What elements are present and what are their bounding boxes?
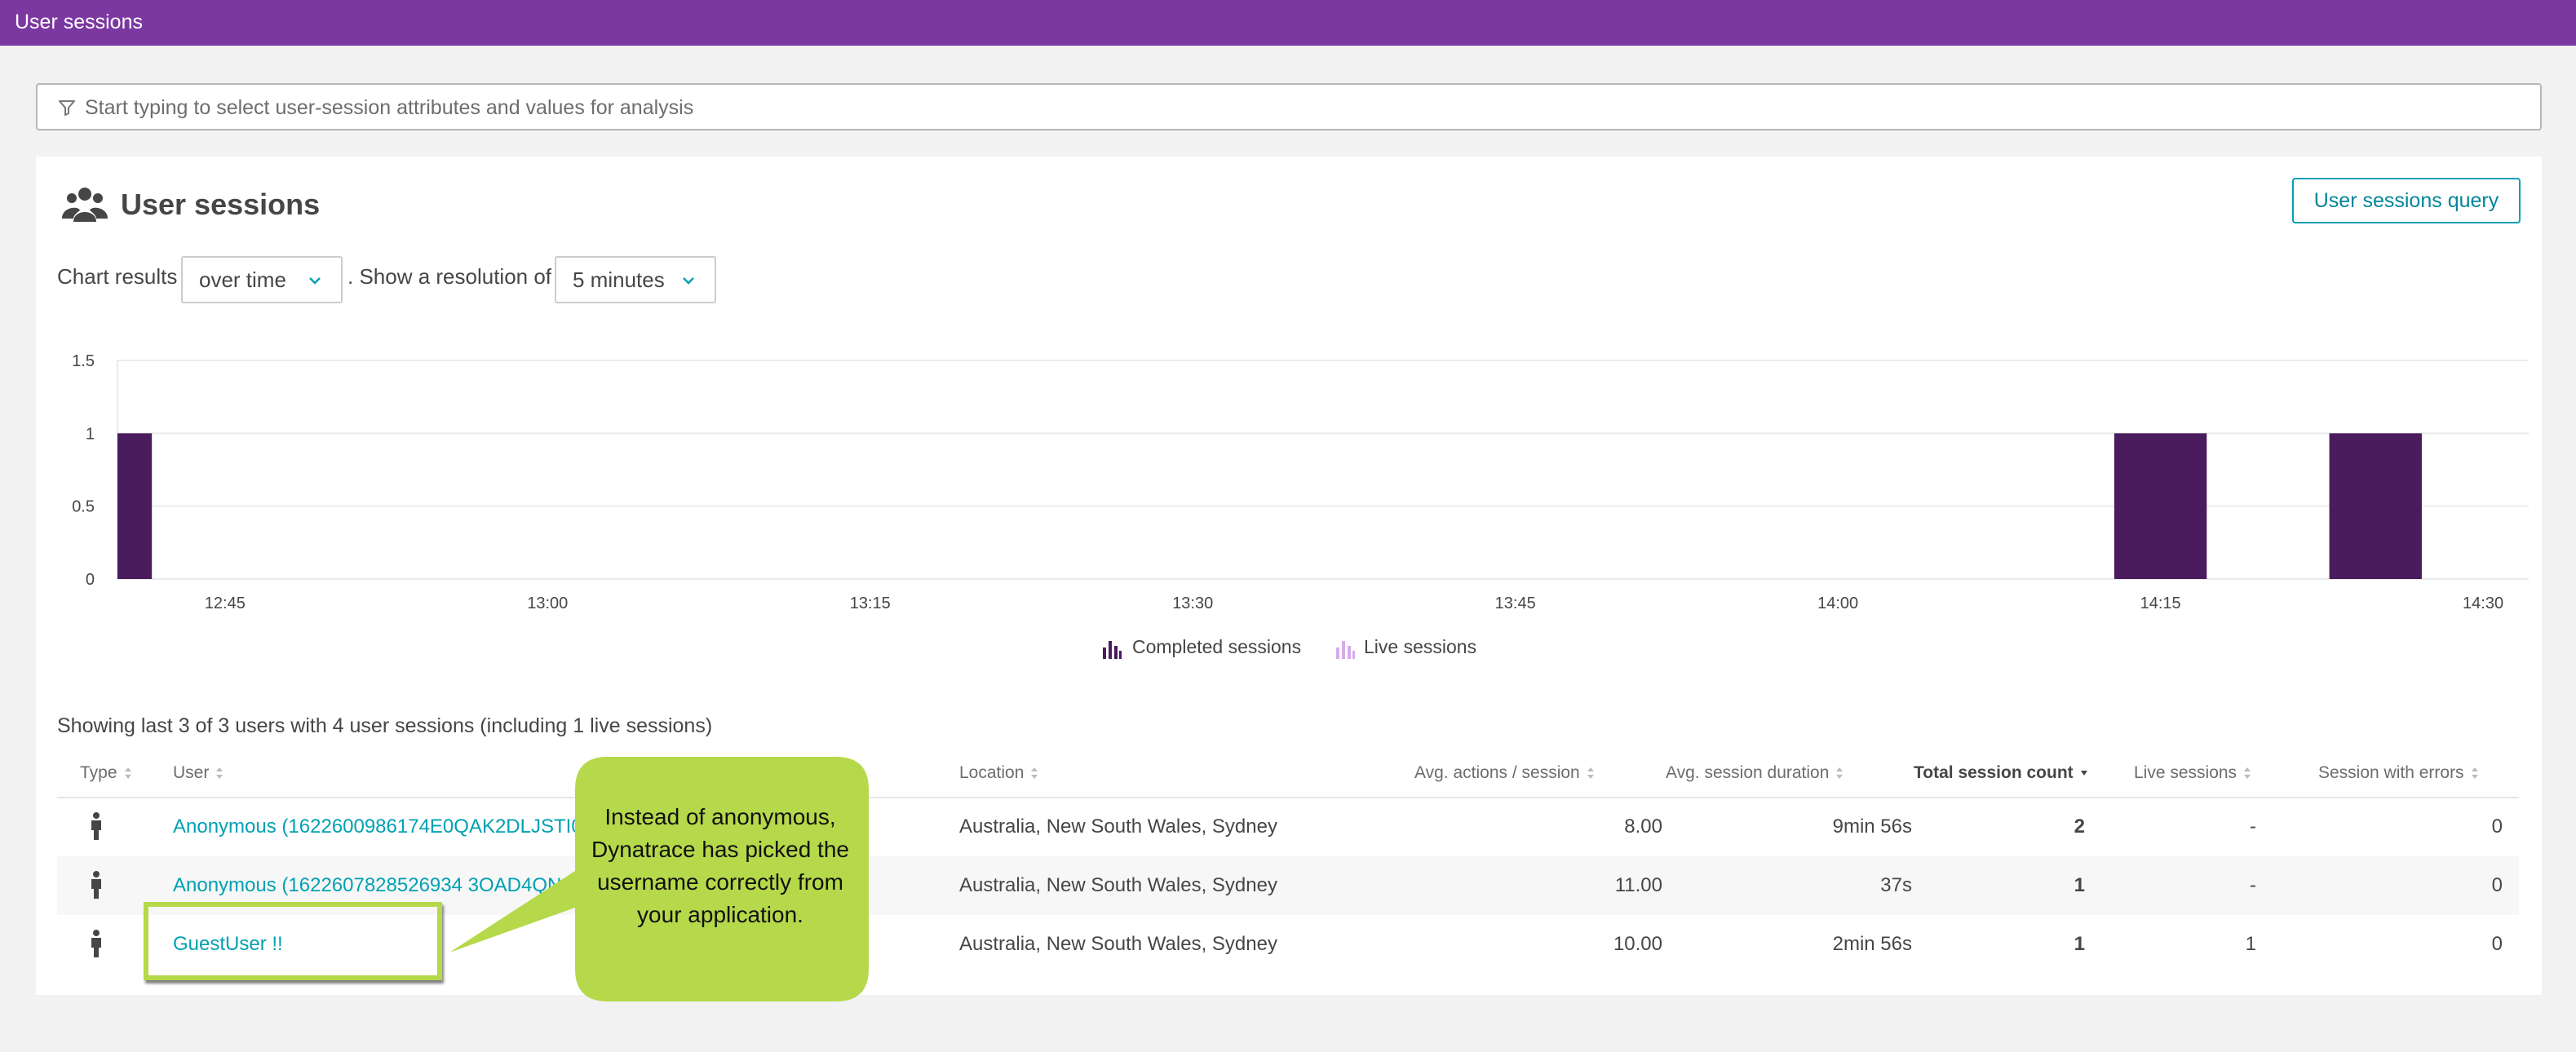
bar[interactable] xyxy=(117,433,153,579)
resolution-select[interactable]: 5 minutes xyxy=(555,256,716,303)
total-session-count-cell: 1 xyxy=(2074,933,2085,955)
bar[interactable] xyxy=(2113,433,2207,579)
session-errors-cell: 0 xyxy=(2491,874,2503,896)
x-tick-label: 14:00 xyxy=(1817,595,1858,612)
avg-duration-cell: 9min 56s xyxy=(1832,816,1912,838)
column-header-user[interactable]: User xyxy=(173,763,224,783)
x-tick-label: 13:00 xyxy=(527,595,568,612)
column-header-live-sessions[interactable]: Live sessions xyxy=(2134,763,2251,783)
total-session-count-cell: 1 xyxy=(2074,874,2085,896)
page-title: User sessions xyxy=(121,188,321,221)
live-sessions-cell: - xyxy=(2250,816,2256,838)
avg-duration-cell: 2min 56s xyxy=(1832,933,1912,955)
chart-results-value: over time xyxy=(199,267,286,292)
results-summary: Showing last 3 of 3 users with 4 user se… xyxy=(57,714,713,737)
avg-duration-cell: 37s xyxy=(1880,874,1912,896)
live-sessions-legend-icon[interactable] xyxy=(1334,639,1356,659)
sort-descending-icon xyxy=(2080,771,2087,776)
y-tick-label: 0.5 xyxy=(72,498,95,516)
session-errors-cell: 0 xyxy=(2491,816,2503,838)
users-group-icon xyxy=(62,188,108,222)
live-sessions-cell: 1 xyxy=(2245,933,2256,955)
location-cell: Australia, New South Wales, Sydney xyxy=(959,874,1277,896)
sort-icon xyxy=(1836,767,1843,779)
filter-placeholder: Start typing to select user-session attr… xyxy=(85,96,694,119)
top-bar: User sessions xyxy=(0,0,2576,46)
column-header-total-session-count[interactable]: Total session count xyxy=(1914,763,2088,783)
chevron-down-icon xyxy=(309,277,321,285)
x-tick-label: 14:15 xyxy=(2140,595,2181,612)
bar[interactable] xyxy=(2329,433,2422,579)
completed-sessions-legend-icon[interactable] xyxy=(1101,639,1122,659)
attribute-filter-input[interactable]: Start typing to select user-session attr… xyxy=(36,83,2542,130)
x-tick-label: 14:30 xyxy=(2463,595,2503,612)
avg-actions-cell: 8.00 xyxy=(1624,816,1662,838)
sort-icon xyxy=(2244,767,2251,779)
top-bar-title: User sessions xyxy=(15,11,143,33)
sessions-chart: 0 0.5 1 1.5 12:45 13:00 13:15 13:30 13:45 14:00 14… xyxy=(72,352,2529,612)
x-tick-label: 12:45 xyxy=(205,595,246,612)
live-sessions-cell: - xyxy=(2250,874,2256,896)
x-tick-label: 13:30 xyxy=(1172,595,1213,612)
location-cell: Australia, New South Wales, Sydney xyxy=(959,933,1277,955)
resolution-value: 5 minutes xyxy=(573,267,665,292)
annotation-text: Instead of anonymous, Dynatrace has pick… xyxy=(591,804,849,927)
chart-results-select[interactable]: over time xyxy=(181,256,343,303)
legend-live-sessions[interactable]: Live sessions xyxy=(1364,636,1476,658)
total-session-count-cell: 2 xyxy=(2074,816,2085,838)
chevron-down-icon xyxy=(683,277,694,285)
avg-actions-cell: 10.00 xyxy=(1613,933,1662,955)
session-errors-cell: 0 xyxy=(2491,933,2503,955)
guest-user-highlight-box xyxy=(144,902,442,980)
x-tick-label: 13:45 xyxy=(1495,595,1536,612)
sort-icon xyxy=(124,767,131,779)
person-icon xyxy=(91,812,101,840)
column-header-type[interactable]: Type xyxy=(80,763,132,783)
column-header-avg-duration[interactable]: Avg. session duration xyxy=(1666,763,1843,783)
y-tick-label: 1.5 xyxy=(72,352,95,370)
chart-results-label: Chart results xyxy=(57,264,178,289)
sort-icon xyxy=(1587,767,1594,779)
legend-completed-sessions[interactable]: Completed sessions xyxy=(1132,636,1301,658)
column-header-location[interactable]: Location xyxy=(959,763,1038,783)
resolution-label: . Show a resolution of xyxy=(347,264,552,289)
location-cell: Australia, New South Wales, Sydney xyxy=(959,816,1277,838)
person-icon xyxy=(91,930,101,957)
sort-icon xyxy=(2471,767,2478,779)
column-header-session-with-errors[interactable]: Session with errors xyxy=(2318,763,2479,783)
sort-icon xyxy=(216,767,224,779)
table-row[interactable]: Anonymous (1622600986174E0QAK2DLJSTI0 Au… xyxy=(57,798,2519,856)
y-tick-label: 1 xyxy=(86,425,95,443)
column-header-avg-actions[interactable]: Avg. actions / session xyxy=(1414,763,1595,783)
user-sessions-query-button[interactable]: User sessions query xyxy=(2292,178,2521,223)
x-tick-label: 13:15 xyxy=(850,595,891,612)
y-tick-label: 0 xyxy=(86,571,95,589)
avg-actions-cell: 11.00 xyxy=(1614,874,1662,896)
person-icon xyxy=(91,871,101,899)
filter-icon xyxy=(59,100,75,116)
sort-icon xyxy=(1031,767,1038,779)
